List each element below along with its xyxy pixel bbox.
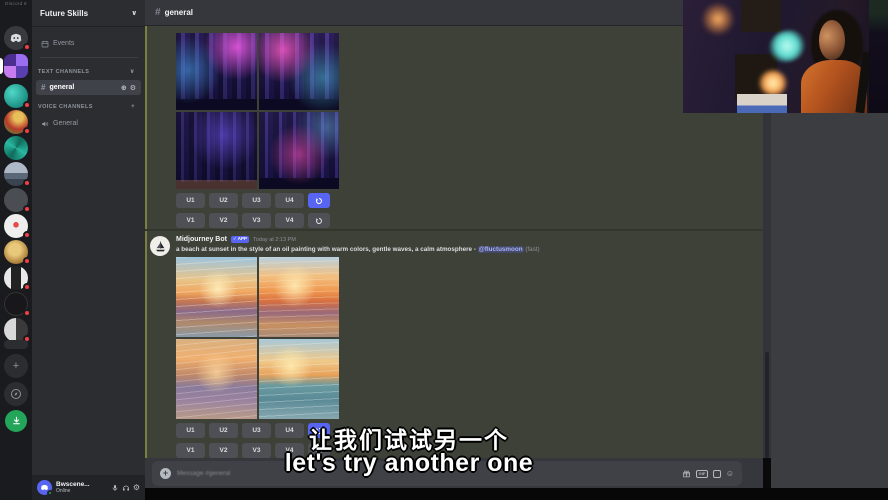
events-label: Events [53,40,74,47]
candle-glow [759,70,787,96]
generated-image-2[interactable] [259,33,340,110]
reset-icon [315,217,323,225]
user-avatar[interactable] [37,480,52,495]
prompt-text: a beach at sunset in the style of an oil… [176,246,736,253]
add-server-button[interactable]: + [4,354,28,378]
user-status: Online [56,488,90,494]
user-mention[interactable]: @fluctusmoon [478,246,524,253]
notification-badge [23,205,31,213]
explore-servers-button[interactable] [4,382,28,406]
text-channels-label: TEXT CHANNELS [38,69,89,75]
lamp-glow [701,2,735,36]
username: Bwscene... [56,481,90,489]
generated-image-1[interactable] [176,257,257,337]
shelf-shadow [741,0,781,32]
voice-channel-name: General [53,120,78,127]
bot-name: Midjourney Bot [176,236,227,243]
check-icon: ✓ [233,237,237,242]
upscale-u1-button[interactable]: U1 [176,193,205,208]
reroll-button[interactable] [308,193,330,208]
variation-v1-button[interactable]: V1 [176,213,205,228]
webcam-overlay [683,0,888,113]
user-panel: Bwscene... Online ⚙ [32,475,145,500]
settings-gear-icon[interactable]: ⚙ [133,483,140,492]
divider [40,57,138,58]
neon-light [769,30,805,62]
notification-badge [23,101,31,109]
selected-server-indicator [0,58,3,74]
notification-badge [23,257,31,265]
notification-badge [23,179,31,187]
fast-mode-label: (fast) [525,246,539,253]
voice-channel-item-general[interactable]: General [36,116,141,131]
letterbox-bar [145,488,888,500]
channel-title: general [165,8,193,17]
hash-icon: # [155,7,161,18]
upscale-button-row: U1 U2 U3 U4 [176,193,330,208]
notification-badge [23,283,31,291]
hash-icon: # [41,83,45,92]
generated-image-3[interactable] [176,339,257,419]
app-screenshot: Discord 8 + [0,0,888,500]
notification-badge [23,309,31,317]
channel-item-general[interactable]: # general ⊕ ⚙ [36,80,141,95]
notification-badge [23,43,31,51]
variation-button-row: V1 V2 V3 V4 [176,213,330,228]
notification-badge [23,231,31,239]
upscale-u2-button[interactable]: U2 [209,193,238,208]
reset-button[interactable] [308,213,330,228]
midjourney-image-grid-city[interactable] [176,33,339,189]
plus-icon: + [131,104,135,110]
server-header[interactable]: Future Skills ∨ [32,0,145,27]
variation-v4-button[interactable]: V4 [275,213,304,228]
message-divider [145,229,763,231]
message-header: Midjourney Bot ✓ APP Today at 2:13 PM [176,236,296,243]
channel-settings-gear-icon[interactable]: ⚙ [130,84,136,92]
server-icon[interactable] [4,136,28,160]
upscale-u3-button[interactable]: U3 [242,193,271,208]
chevron-down-icon: ∨ [131,9,137,17]
headphones-icon[interactable] [122,484,130,492]
midjourney-image-grid-beach[interactable] [176,257,339,419]
app-badge: ✓ APP [231,236,249,243]
server-name: Future Skills [40,9,88,18]
generated-image-4[interactable] [259,339,340,419]
text-channels-section[interactable]: TEXT CHANNELS ∨ [38,68,141,75]
channel-name: general [49,84,74,91]
watermark-text: Discord 8 [0,1,32,6]
prompt-body: a beach at sunset in the style of an oil… [176,246,476,253]
invite-people-icon[interactable]: ⊕ [121,84,127,92]
background-dark-edge [869,0,888,113]
variation-v2-button[interactable]: V2 [209,213,238,228]
notification-badge [23,127,31,135]
discord-logo-icon [9,31,23,45]
voice-channels-section[interactable]: VOICE CHANNELS + [38,104,141,110]
sidebar-item-events[interactable]: Events [36,36,141,51]
generated-image-3[interactable] [176,112,257,189]
app-badge-label: APP [238,237,247,242]
shelf-box [737,94,787,113]
plus-icon: + [13,360,19,372]
sailboat-icon [154,240,167,253]
variation-v3-button[interactable]: V3 [242,213,271,228]
chevron-down-icon: ∨ [130,68,135,75]
generated-image-2[interactable] [259,257,340,337]
reroll-icon [315,197,323,205]
midjourney-bot-avatar[interactable] [150,236,170,256]
server-folder[interactable] [4,340,28,349]
upscale-u4-button[interactable]: U4 [275,193,304,208]
speaker-icon [41,120,49,128]
timestamp: Today at 2:13 PM [253,237,296,243]
person-face [819,20,845,60]
server-icon[interactable] [4,54,28,78]
online-status-dot [47,490,53,496]
generated-image-4[interactable] [259,112,340,189]
voice-channels-label: VOICE CHANNELS [38,104,93,110]
microphone-icon[interactable] [111,484,119,492]
subtitle-english: let's try another one [0,449,818,478]
generated-image-1[interactable] [176,33,257,110]
events-icon [41,40,49,48]
compass-icon [10,388,22,400]
